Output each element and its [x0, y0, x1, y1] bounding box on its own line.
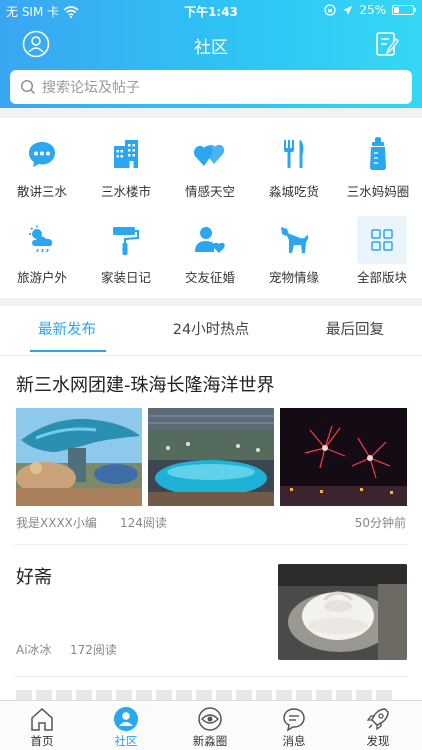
rotation-lock-icon [324, 4, 336, 16]
category-chihuo[interactable]: 淼城吃货 [252, 120, 336, 200]
category-label: 三水楼市 [100, 184, 151, 199]
category-mama[interactable]: 三水妈妈圈 [336, 120, 420, 200]
status-bar: 无 SIM 卡 下午1:43 25% [0, 0, 422, 22]
category-jiazhuang[interactable]: 家装日记 [84, 206, 168, 286]
category-label: 交友征婚 [184, 270, 235, 285]
baby-bottle-icon [370, 136, 386, 170]
next-post-peek [16, 690, 396, 700]
category-jiaoyou[interactable]: 交友征婚 [168, 206, 252, 286]
tab-latest[interactable]: 最新发布 [0, 318, 137, 339]
chat-bubble-icon [29, 141, 55, 167]
fork-knife-icon [284, 139, 304, 168]
dog-icon [281, 226, 309, 253]
tabbar-label: 首页 [30, 734, 54, 748]
post-image [16, 408, 142, 506]
post-title: 好斋 [16, 567, 52, 588]
tabbar-label: 社区 [114, 734, 138, 748]
bottom-tab-bar: 首页 社区 新淼圈 消息 发现 [0, 700, 422, 750]
category-qinggan[interactable]: 情感天空 [168, 120, 252, 200]
nav-bar: 社区 [0, 24, 422, 64]
category-all[interactable]: 全部版块 [340, 206, 422, 286]
tabbar-label: 消息 [282, 734, 306, 748]
category-grid: 散讲三水 三水楼市 情感天空 淼城吃货 三水妈妈圈 旅游户外 家装日记 交友征婚… [0, 120, 422, 296]
location-icon [343, 5, 353, 15]
post-time: 50分钟前 [354, 516, 406, 530]
user-heart-icon [195, 226, 225, 253]
tabbar-xinmiaoquan[interactable]: 新淼圈 [180, 701, 240, 750]
tabbar-home[interactable]: 首页 [12, 701, 72, 750]
category-label: 家装日记 [100, 270, 151, 285]
paint-roller-icon [113, 226, 139, 255]
header: 无 SIM 卡 下午1:43 25% 社区 搜索论坛及帖子 [0, 0, 422, 108]
category-label: 三水妈妈圈 [346, 184, 410, 199]
section-divider [0, 108, 422, 118]
grid-icon [371, 229, 393, 251]
tab-hot24h[interactable]: 24小时热点 [141, 318, 281, 339]
page-title: 社区 [194, 38, 228, 58]
post-image [278, 564, 407, 660]
category-sanjiang[interactable]: 散讲三水 [0, 120, 84, 200]
community-icon [114, 707, 138, 731]
category-chongwu[interactable]: 宠物情缘 [252, 206, 336, 286]
new-post-icon[interactable] [374, 30, 400, 58]
tabbar-messages[interactable]: 消息 [264, 701, 324, 750]
tabbar-community[interactable]: 社区 [96, 701, 156, 750]
category-label: 宠物情缘 [268, 270, 319, 285]
home-icon [31, 707, 53, 731]
tab-last-reply[interactable]: 最后回复 [285, 318, 422, 339]
feed-tabs: 最新发布 24小时热点 最后回复 [0, 306, 422, 356]
category-label: 淼城吃货 [268, 184, 319, 199]
category-lvyou[interactable]: 旅游户外 [0, 206, 84, 286]
search-input[interactable]: 搜索论坛及帖子 [10, 70, 412, 104]
active-tab-indicator [30, 350, 106, 352]
battery-percent: 25% [359, 3, 386, 17]
category-loushi[interactable]: 三水楼市 [84, 120, 168, 200]
community-page: 无 SIM 卡 下午1:43 25% 社区 搜索论坛及帖子 散讲三水 三水楼市 … [0, 0, 422, 750]
divider [14, 676, 408, 677]
tabbar-label: 发现 [366, 734, 390, 748]
post-reads: 124阅读 [120, 516, 167, 530]
post-reads: 172阅读 [70, 643, 117, 657]
post-author: Ai冰冰 [16, 643, 52, 657]
divider [14, 544, 408, 545]
eye-circle-icon [198, 707, 222, 731]
category-label: 散讲三水 [16, 184, 67, 199]
tabbar-label: 新淼圈 [192, 734, 228, 748]
message-icon [283, 708, 305, 732]
post-title: 新三水网团建-珠海长隆海洋世界 [16, 375, 275, 396]
search-icon [20, 79, 35, 94]
weather-icon [29, 225, 53, 252]
category-label: 情感天空 [184, 184, 235, 199]
post-author: 我是XXXX小编 [16, 516, 97, 530]
search-placeholder: 搜索论坛及帖子 [42, 80, 140, 96]
category-label: 旅游户外 [16, 270, 67, 285]
rocket-icon [366, 708, 389, 731]
category-label: 全部版块 [356, 270, 407, 285]
battery-icon [392, 5, 416, 15]
hearts-icon [194, 144, 225, 166]
post-image [280, 408, 407, 506]
tabbar-discover[interactable]: 发现 [348, 701, 408, 750]
buildings-icon [114, 139, 138, 168]
section-divider [0, 298, 422, 306]
post-image [148, 408, 274, 506]
